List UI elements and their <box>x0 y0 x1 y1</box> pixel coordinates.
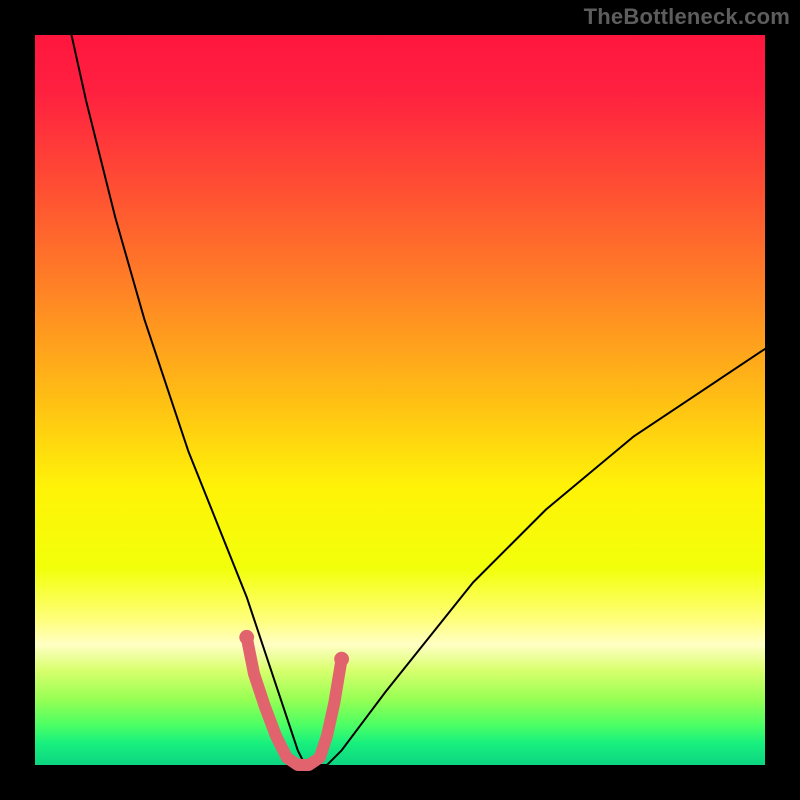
watermark-text: TheBottleneck.com <box>584 4 790 30</box>
bottleneck-chart <box>0 0 800 800</box>
chart-frame: TheBottleneck.com <box>0 0 800 800</box>
plot-background <box>35 35 765 765</box>
